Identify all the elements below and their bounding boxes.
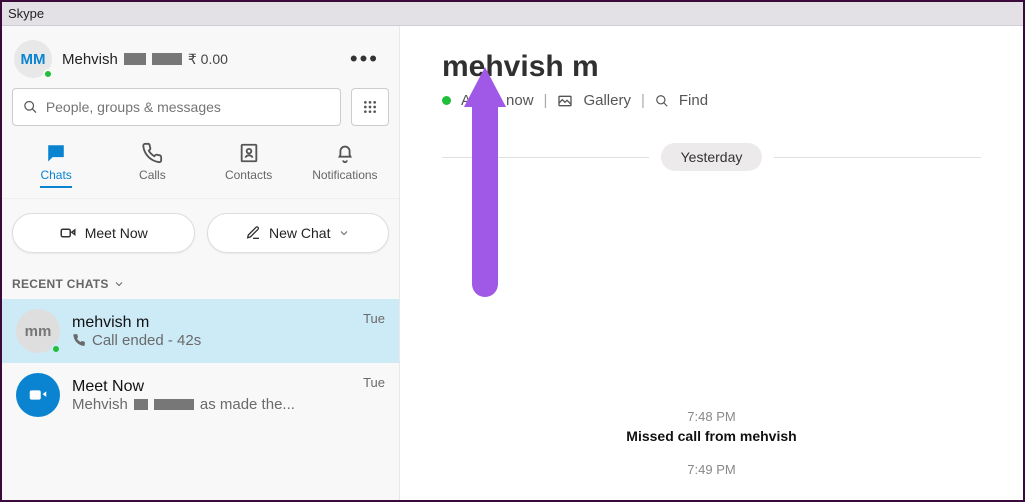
video-icon (27, 384, 49, 406)
chat-item-body: Meet Now Mehvish as made the... (72, 378, 351, 413)
chat-item-time: Tue (363, 309, 385, 326)
search-input-wrapper[interactable] (12, 88, 341, 126)
avatar-initials: MM (21, 51, 46, 68)
avatar (16, 373, 60, 417)
day-chip: Yesterday (661, 143, 763, 171)
search-icon (23, 99, 38, 115)
phone-icon (72, 333, 86, 347)
bell-icon (334, 142, 356, 164)
profile-row[interactable]: MM Mehvish ₹ 0.00 ••• (2, 26, 399, 88)
avatar: mm (16, 309, 60, 353)
meet-now-button[interactable]: Meet Now (12, 213, 195, 253)
dialpad-icon (362, 99, 378, 115)
search-icon (655, 94, 669, 108)
conversation-pane: mehvish m Active now | Gallery | Find Ye… (400, 26, 1023, 500)
profile-name[interactable]: Mehvish ₹ 0.00 (62, 51, 332, 68)
find-link[interactable]: Find (679, 92, 708, 109)
edit-icon (245, 225, 261, 241)
dialpad-button[interactable] (351, 88, 389, 126)
action-row: Meet Now New Chat (2, 199, 399, 271)
tab-label: Calls (139, 168, 166, 188)
redacted-block (134, 399, 148, 410)
chat-item-mehvish[interactable]: mm mehvish m Call ended - 42s Tue (2, 299, 399, 363)
presence-dot-icon (51, 344, 61, 354)
gallery-link[interactable]: Gallery (583, 92, 631, 109)
new-chat-label: New Chat (269, 225, 330, 241)
video-icon (59, 224, 77, 242)
active-status: Active now (461, 92, 534, 109)
tab-label: Chats (40, 168, 71, 188)
redacted-block (152, 53, 182, 65)
divider-line (774, 157, 981, 158)
event-time: 7:49 PM (687, 462, 735, 477)
phone-icon (141, 142, 163, 164)
balance-label: ₹ 0.00 (188, 51, 228, 68)
presence-dot-icon (43, 69, 53, 79)
redacted-block (154, 399, 194, 410)
sidebar: MM Mehvish ₹ 0.00 ••• Chats (2, 26, 400, 500)
search-input[interactable] (46, 99, 330, 115)
chevron-down-icon (113, 278, 125, 290)
more-button[interactable]: ••• (342, 46, 387, 72)
nav-tabs: Chats Calls Contacts Notifications (2, 140, 399, 199)
tab-label: Contacts (225, 168, 272, 188)
chat-item-time: Tue (363, 373, 385, 390)
redacted-block (124, 53, 146, 65)
chat-icon (45, 142, 67, 164)
contact-name: mehvish m (442, 50, 981, 84)
presence-dot-icon (442, 96, 451, 105)
search-row (2, 88, 399, 140)
meet-now-label: Meet Now (85, 225, 148, 241)
new-chat-button[interactable]: New Chat (207, 213, 390, 253)
contacts-icon (238, 142, 260, 164)
divider-line (442, 157, 649, 158)
conversation-header: mehvish m Active now | Gallery | Find (400, 26, 1023, 121)
missed-call-text: Missed call from mehvish (626, 428, 796, 444)
app-frame: MM Mehvish ₹ 0.00 ••• Chats (2, 26, 1023, 500)
chat-item-name: Meet Now (72, 378, 351, 396)
day-separator: Yesterday (400, 143, 1023, 171)
recent-chats-header[interactable]: RECENT CHATS (2, 271, 399, 299)
gallery-icon (557, 93, 573, 109)
avatar[interactable]: MM (14, 40, 52, 78)
tab-label: Notifications (312, 168, 377, 188)
chevron-down-icon (338, 227, 350, 239)
title-bar: Skype (2, 2, 1023, 26)
tab-calls[interactable]: Calls (104, 140, 200, 188)
chat-item-name: mehvish m (72, 314, 351, 332)
tab-chats[interactable]: Chats (8, 140, 104, 188)
chat-item-meet-now[interactable]: Meet Now Mehvish as made the... Tue (2, 363, 399, 427)
tab-contacts[interactable]: Contacts (201, 140, 297, 188)
message-list[interactable]: 7:48 PM Missed call from mehvish 7:49 PM (400, 171, 1023, 495)
chat-item-subtitle: Mehvish as made the... (72, 396, 351, 413)
chat-item-subtitle: Call ended - 42s (72, 332, 351, 349)
conversation-meta: Active now | Gallery | Find (442, 92, 981, 109)
event-time: 7:48 PM (687, 409, 735, 424)
chat-item-body: mehvish m Call ended - 42s (72, 314, 351, 349)
tab-notifications[interactable]: Notifications (297, 140, 393, 188)
